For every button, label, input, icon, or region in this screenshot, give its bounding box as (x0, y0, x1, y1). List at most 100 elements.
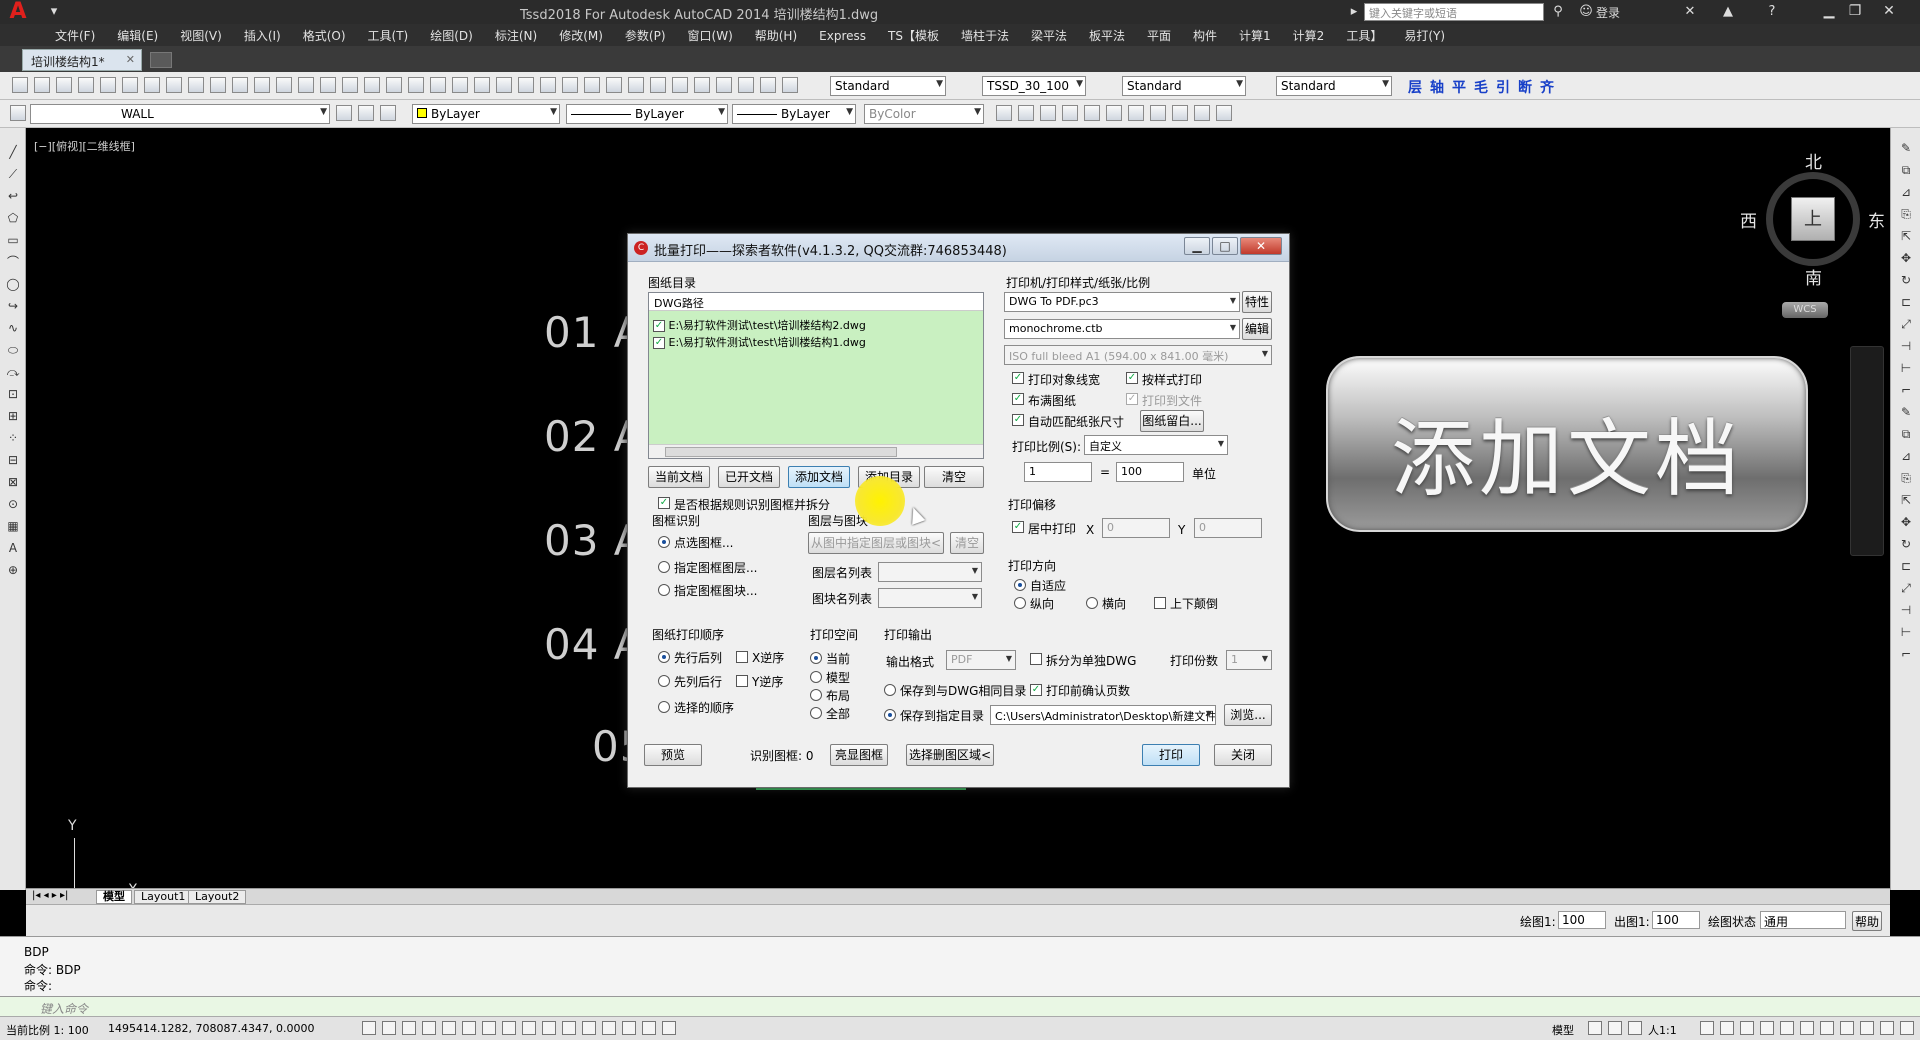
flip-checkbox[interactable] (1154, 597, 1166, 609)
draw-tool-17-icon[interactable]: ▦ (5, 518, 21, 534)
toolbar-tool-1-icon[interactable] (34, 77, 50, 93)
toolbar-tool-11-icon[interactable] (254, 77, 270, 93)
exchange-icon[interactable]: ✕ (1682, 4, 1698, 20)
layer-list-combo[interactable]: ▼ (878, 562, 982, 582)
help-icon[interactable]: ? (1764, 4, 1780, 20)
menu-item-10[interactable]: 窗口(W) (677, 24, 744, 47)
split-checkbox[interactable]: ✓ (658, 497, 670, 509)
layer-tool-2-icon[interactable] (1040, 105, 1056, 121)
status-toggle-0-icon[interactable] (362, 1021, 376, 1035)
modify-tool-14-icon[interactable]: ⊿ (1898, 448, 1914, 464)
minimize-button[interactable]: ▁ (1816, 1, 1842, 21)
text-style-combo[interactable]: Standard ▼ (830, 76, 946, 96)
toolbar-tool-23-icon[interactable] (518, 77, 534, 93)
multileader-style-combo[interactable]: Standard ▼ (1276, 76, 1392, 96)
clear-layer-block-button[interactable]: 清空 (950, 532, 984, 554)
status-toggle-27-icon[interactable] (1860, 1021, 1874, 1035)
orient-portrait[interactable] (1014, 597, 1026, 609)
save-path-combo[interactable]: C:\Users\Administrator\Desktop\新建文件夹 ▼ (990, 705, 1216, 725)
list-scrollbar[interactable] (649, 444, 983, 458)
block-list-combo[interactable]: ▼ (878, 588, 982, 608)
toolbar-tool-34-icon[interactable] (760, 77, 776, 93)
modify-tool-17-icon[interactable]: ✥ (1898, 514, 1914, 530)
toolbar-tool-17-icon[interactable] (386, 77, 402, 93)
status-toggle-7-icon[interactable] (502, 1021, 516, 1035)
modify-tool-23-icon[interactable]: ⌐ (1898, 646, 1914, 662)
order-col-first[interactable] (658, 675, 670, 687)
binoculars-icon[interactable]: ⚲ (1550, 4, 1566, 20)
modify-tool-15-icon[interactable]: ⎘ (1898, 470, 1914, 486)
search-input[interactable]: 键入关键字或短语 (1364, 3, 1544, 21)
toolbar-tool-27-icon[interactable] (606, 77, 622, 93)
toolbar-tool-18-icon[interactable] (408, 77, 424, 93)
layer-tool-9-icon[interactable] (1194, 105, 1210, 121)
file-list[interactable]: DWG路径 ✓ E:\易打软件测试\test\培训楼结构2.dwg ✓ E:\易… (648, 292, 984, 459)
modify-tool-11-icon[interactable]: ⌐ (1898, 382, 1914, 398)
modify-tool-13-icon[interactable]: ⧉ (1898, 426, 1914, 442)
toolbar-tool-21-icon[interactable] (474, 77, 490, 93)
add-doc-button[interactable]: 添加文档 (788, 466, 850, 488)
toolbar-tool-22-icon[interactable] (496, 77, 512, 93)
draw-tool-10-icon[interactable]: ⤼ (5, 364, 21, 380)
modify-tool-20-icon[interactable]: ⤢ (1898, 580, 1914, 596)
command-input[interactable]: 键入命令 (0, 996, 1920, 1016)
status-toggle-14-icon[interactable] (642, 1021, 656, 1035)
linetype-combo[interactable]: ByLayer ▼ (566, 104, 728, 124)
toolbar-tool-14-icon[interactable] (320, 77, 336, 93)
status-toggle-11-icon[interactable] (582, 1021, 596, 1035)
tssd-tool-4-icon[interactable]: 引 (1496, 77, 1510, 97)
model-space-button[interactable]: 模型 (1552, 1022, 1574, 1038)
toolbar-tool-32-icon[interactable] (716, 77, 732, 93)
list-item[interactable]: ✓ E:\易打软件测试\test\培训楼结构2.dwg (653, 317, 866, 333)
tab-document[interactable]: 培训楼结构1* ✕ (22, 49, 142, 71)
layer-tool-6-icon[interactable] (1128, 105, 1144, 121)
toolbar-tool-5-icon[interactable] (122, 77, 138, 93)
close-button[interactable]: ✕ (1876, 1, 1902, 21)
space-current[interactable] (810, 652, 822, 664)
select-area-button[interactable]: 选择删图区域< (906, 744, 994, 766)
menu-item-21[interactable]: 工具】 (1335, 24, 1393, 47)
modify-tool-2-icon[interactable]: ⊿ (1898, 184, 1914, 200)
toolbar-tool-0-icon[interactable] (12, 77, 28, 93)
tssd-tool-5-icon[interactable]: 断 (1518, 77, 1532, 97)
toolbar-tool-35-icon[interactable] (782, 77, 798, 93)
tab-layout2[interactable]: Layout2 (188, 890, 247, 904)
layer-tool-7-icon[interactable] (1150, 105, 1166, 121)
draw-scale-combo[interactable]: 100 (1558, 911, 1606, 929)
save-to-dir-radio[interactable] (884, 709, 896, 721)
tssd-tool-1-icon[interactable]: 轴 (1430, 77, 1444, 97)
output-format-combo[interactable]: PDF ▼ (946, 650, 1016, 670)
login-link[interactable]: 登录 (1596, 4, 1620, 21)
modify-tool-21-icon[interactable]: ⊣ (1898, 602, 1914, 618)
toolbar-tool-19-icon[interactable] (430, 77, 446, 93)
menu-item-20[interactable]: 计算2 (1282, 24, 1336, 47)
highlight-frames-button[interactable]: 亮显图框 (830, 744, 888, 766)
modify-tool-1-icon[interactable]: ⧉ (1898, 162, 1914, 178)
navigation-bar[interactable] (1850, 346, 1884, 556)
modify-tool-6-icon[interactable]: ↻ (1898, 272, 1914, 288)
draw-tool-6-icon[interactable]: ◯ (5, 276, 21, 292)
annotation-scale[interactable]: 人1:1 (1648, 1022, 1677, 1038)
status-toggle-28-icon[interactable] (1880, 1021, 1894, 1035)
scale-combo[interactable]: 自定义 ▼ (1084, 435, 1228, 455)
draw-tool-18-icon[interactable]: A (5, 540, 21, 556)
tssd-tool-3-icon[interactable]: 毛 (1474, 77, 1488, 97)
toolbar-tool-9-icon[interactable] (210, 77, 226, 93)
toolbar-tool-15-icon[interactable] (342, 77, 358, 93)
toolbar-tool-31-icon[interactable] (694, 77, 710, 93)
viewcube[interactable]: 上 北 南 东 西 (1740, 153, 1885, 289)
copies-combo[interactable]: 1 ▼ (1226, 650, 1272, 670)
layer-tool-1-icon[interactable] (1018, 105, 1034, 121)
draw-tool-4-icon[interactable]: ▭ (5, 232, 21, 248)
dialog-minimize-button[interactable]: ▁ (1184, 237, 1210, 255)
layer-properties-icon[interactable] (10, 105, 26, 121)
layer-tool-3-icon[interactable] (1062, 105, 1078, 121)
frame-option-pick[interactable] (658, 536, 670, 548)
toolbar-tool-24-icon[interactable] (540, 77, 556, 93)
layer-tool-0-icon[interactable] (996, 105, 1012, 121)
order-row-first[interactable] (658, 651, 670, 663)
modify-tool-7-icon[interactable]: ⊏ (1898, 294, 1914, 310)
status-toggle-29-icon[interactable] (1900, 1021, 1914, 1035)
draw-tool-15-icon[interactable]: ⊠ (5, 474, 21, 490)
toolbar-tool-13-icon[interactable] (298, 77, 314, 93)
